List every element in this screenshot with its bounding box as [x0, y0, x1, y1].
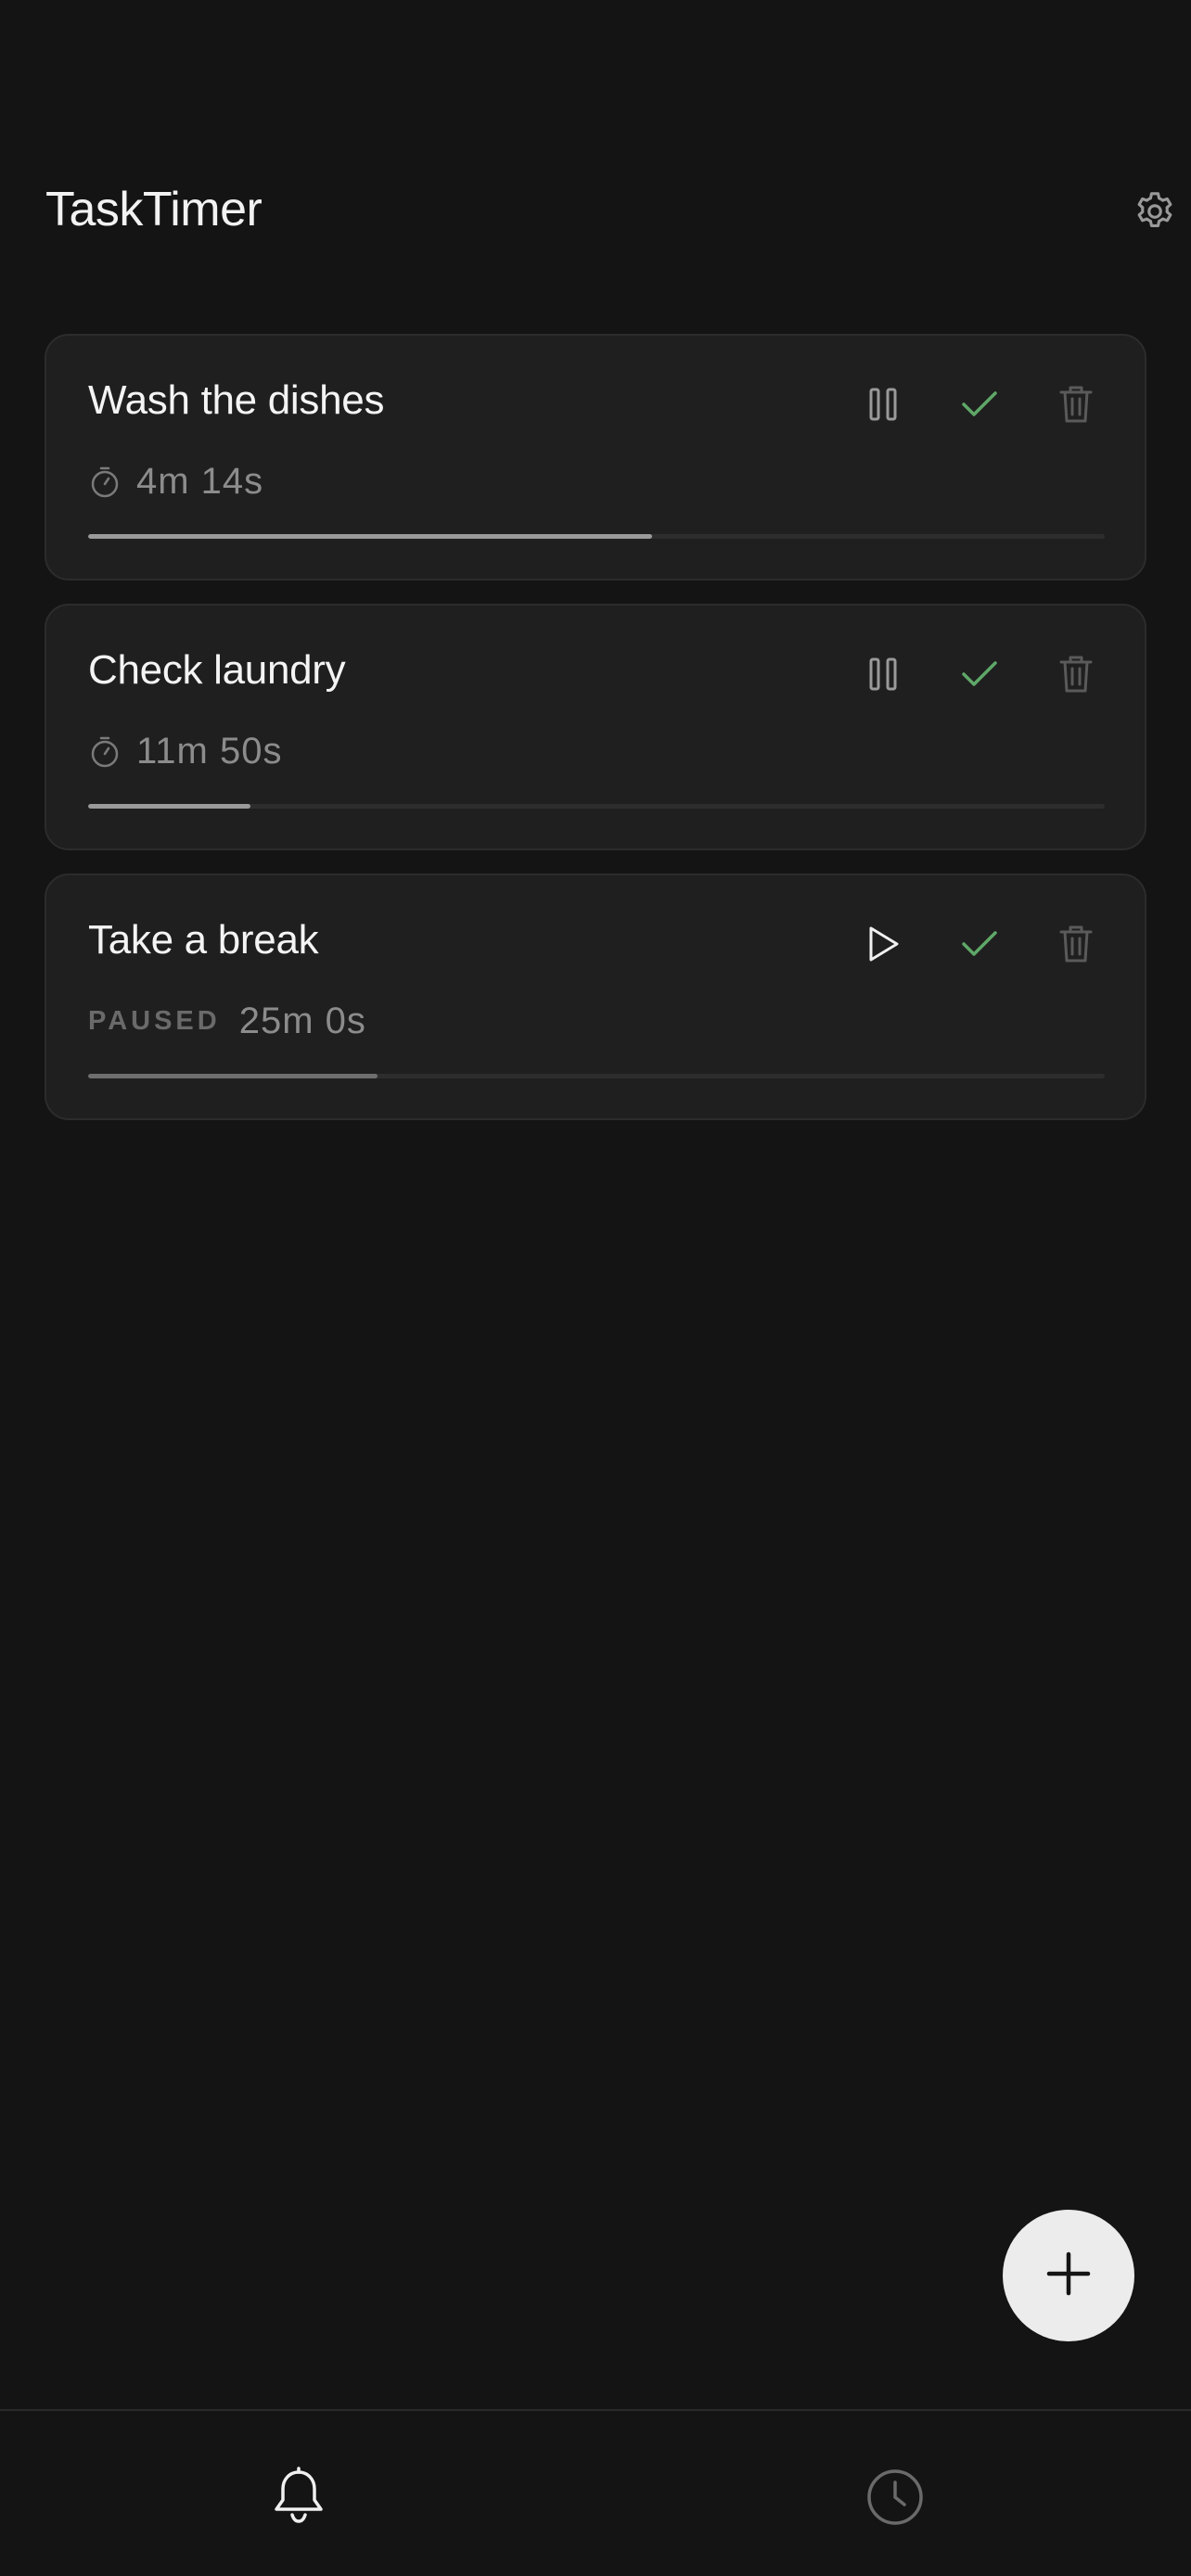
- nav-item-history[interactable]: [853, 2457, 937, 2541]
- task-meta: 4m 14s: [88, 461, 263, 503]
- task-meta: 11m 50s: [88, 731, 282, 772]
- progress-fill: [88, 804, 251, 809]
- progress-bar: [88, 804, 1105, 809]
- plus-icon: [1045, 2251, 1092, 2302]
- settings-button[interactable]: [1127, 185, 1183, 241]
- stopwatch-icon: [88, 735, 122, 769]
- task-name: Wash the dishes: [88, 377, 385, 423]
- resume-button[interactable]: [835, 911, 931, 981]
- complete-button[interactable]: [931, 641, 1028, 711]
- trash-icon: [1059, 385, 1093, 428]
- app-header: TaskTimer: [0, 167, 1191, 260]
- bell-icon: [270, 2466, 327, 2532]
- pause-icon: [867, 387, 899, 427]
- delete-button[interactable]: [1028, 911, 1124, 981]
- task-meta: PAUSED 25m 0s: [88, 1001, 366, 1042]
- check-icon: [961, 389, 998, 424]
- task-time: 11m 50s: [136, 731, 283, 772]
- complete-button[interactable]: [931, 371, 1028, 441]
- pause-icon: [867, 657, 899, 696]
- task-actions: [835, 641, 1124, 711]
- paused-badge: PAUSED: [88, 1006, 221, 1036]
- trash-icon: [1059, 655, 1093, 698]
- task-actions: [835, 911, 1124, 981]
- task-actions: [835, 371, 1124, 441]
- task-card[interactable]: Check laundry 11m 50s: [45, 604, 1146, 850]
- clock-icon: [865, 2468, 925, 2531]
- pause-button[interactable]: [835, 641, 931, 711]
- progress-fill: [88, 1074, 378, 1078]
- check-icon: [961, 929, 998, 963]
- app-title: TaskTimer: [45, 183, 263, 236]
- stopwatch-icon: [88, 465, 122, 499]
- app-screen: TaskTimer Wash the dishes 4m 14s Check l…: [0, 0, 1191, 2576]
- task-time: 25m 0s: [238, 1001, 366, 1041]
- trash-icon: [1059, 925, 1093, 968]
- delete-button[interactable]: [1028, 371, 1124, 441]
- gear-icon: [1132, 188, 1178, 239]
- check-icon: [961, 659, 998, 694]
- delete-button[interactable]: [1028, 641, 1124, 711]
- progress-fill: [88, 534, 653, 539]
- task-card[interactable]: Wash the dishes 4m 14s: [45, 334, 1146, 580]
- complete-button[interactable]: [931, 911, 1028, 981]
- task-name: Take a break: [88, 917, 319, 963]
- task-time: 4m 14s: [136, 461, 264, 502]
- bottom-nav: [0, 2409, 1191, 2576]
- task-list: Wash the dishes 4m 14s Check laundry 11m…: [45, 334, 1146, 1143]
- task-name: Check laundry: [88, 647, 346, 693]
- pause-button[interactable]: [835, 371, 931, 441]
- progress-bar: [88, 1074, 1105, 1078]
- progress-bar: [88, 534, 1105, 539]
- nav-item-notifications[interactable]: [257, 2457, 340, 2541]
- play-icon: [866, 925, 900, 967]
- add-task-button[interactable]: [1003, 2210, 1134, 2341]
- task-card[interactable]: Take a break PAUSED 25m 0s: [45, 874, 1146, 1120]
